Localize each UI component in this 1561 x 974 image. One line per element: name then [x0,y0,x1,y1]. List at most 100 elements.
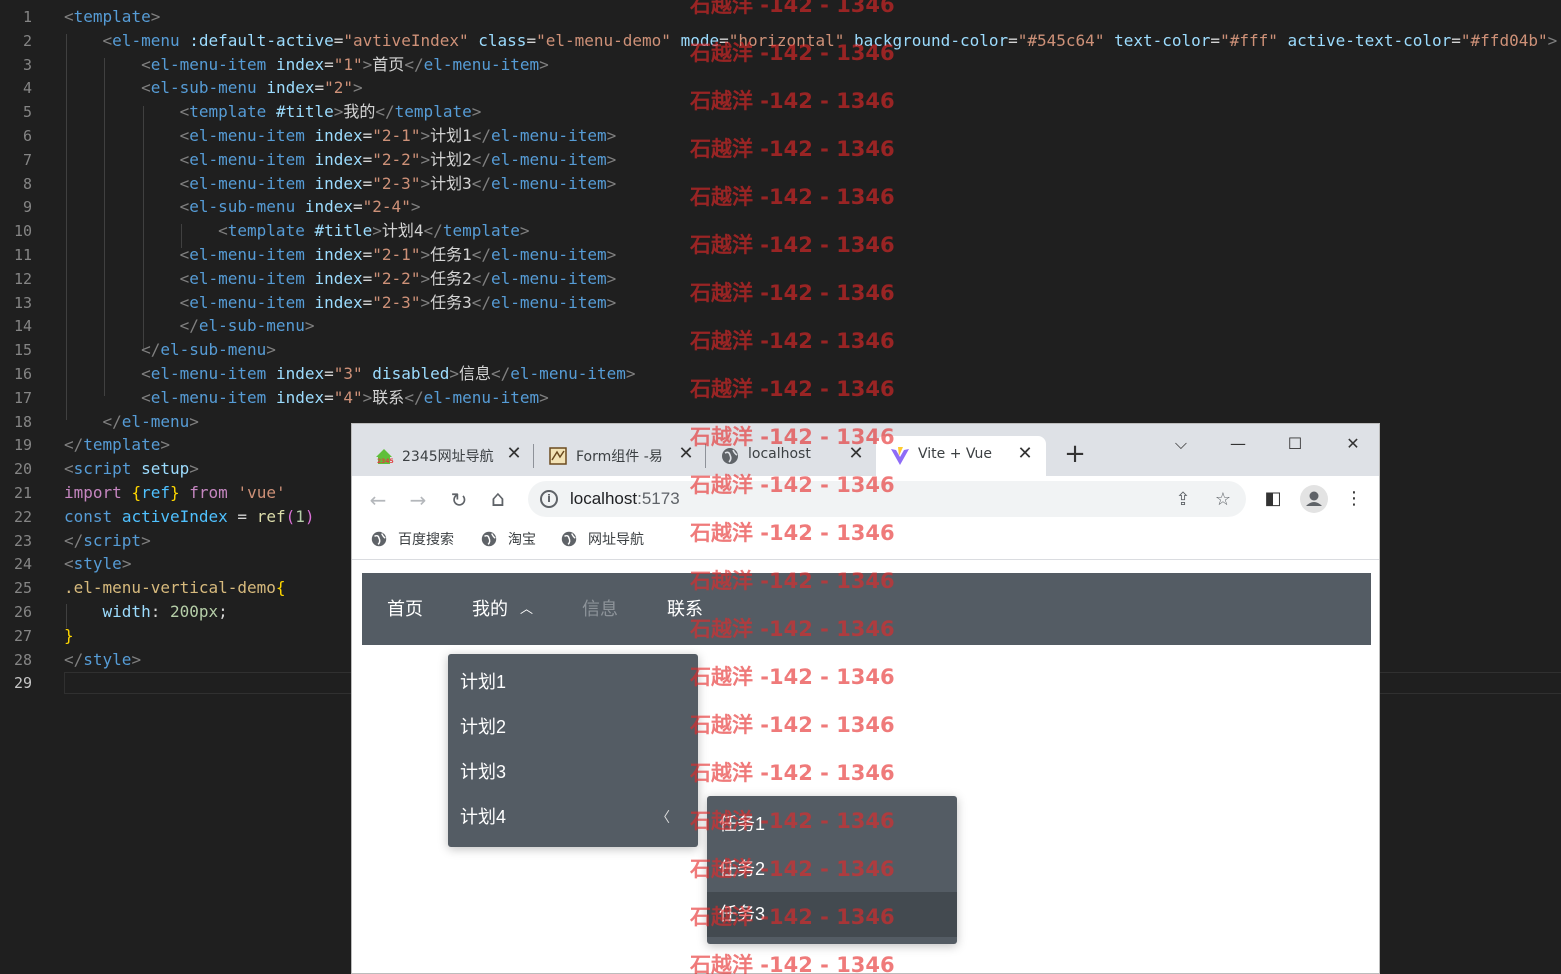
code-text: <el-sub-menu index="2"> [141,78,363,98]
code-line[interactable]: 7 <el-menu-item index="2-2">计划2</el-menu… [0,148,1561,172]
submenu-item-plan1[interactable]: 计划1 [448,660,698,705]
minimize-button[interactable]: — [1224,432,1252,456]
line-number: 14 [13,317,32,336]
line-number: 1 [22,8,32,26]
code-text: <el-menu-item index="2-3">任务3</el-menu-i… [179,292,617,312]
line-number: 18 [13,412,32,431]
nested-item-label: 任务3 [719,904,766,924]
bookmarks-bar: 百度搜索 淘宝 网址导航 [352,522,1379,560]
code-line[interactable]: 3 <el-menu-item index="1">首页</el-menu-it… [0,53,1561,77]
home-button[interactable]: ⌂ [486,488,510,512]
code-line[interactable]: 10 <template #title>计划4</template> [0,219,1561,243]
submenu-item-plan3[interactable]: 计划3 [448,750,698,795]
code-line[interactable]: 15 </el-sub-menu> [0,338,1561,362]
maximize-button[interactable]: ☐ [1281,432,1309,456]
code-line[interactable]: 16 <el-menu-item index="3" disabled>信息</… [0,362,1561,386]
code-line[interactable]: 9 <el-sub-menu index="2-4"> [0,195,1561,219]
bookmark-item[interactable]: 网址导航 [560,530,644,550]
tab-title: Form组件 -易 [576,449,663,465]
line-number: 16 [13,365,32,383]
line-number: 12 [13,269,32,288]
line-number: 26 [13,603,32,621]
nested-item-task3[interactable]: 任务3 [707,892,957,937]
share-icon[interactable]: ⇪ [1172,489,1194,511]
submenu-item-plan4[interactable]: 计划4 〈 [448,795,698,840]
nested-item-label: 任务2 [719,859,766,879]
site-info-icon[interactable]: i [540,490,558,508]
browser-window[interactable]: 2345 2345网址导航 ✕ Form组件 -易 ✕ localhost ✕ [351,423,1380,974]
code-text: <el-menu-item index="2-2">计划2</el-menu-i… [179,149,617,169]
code-line[interactable]: 11 <el-menu-item index="2-1">任务1</el-men… [0,243,1561,267]
code-text: <el-menu-item index="3" disabled>信息</el-… [141,364,636,383]
code-text: <template #title>我的</template> [179,102,482,122]
code-text: </style> [64,649,142,669]
address-bar[interactable]: i localhost:5173 ⇪ ☆ [528,481,1246,517]
nested-item-task2[interactable]: 任务2 [707,847,957,892]
line-number: 28 [13,650,32,669]
tab-form[interactable]: Form组件 -易 ✕ [534,436,704,476]
line-number: 21 [13,484,32,502]
profile-avatar[interactable] [1300,485,1328,513]
line-number: 22 [13,507,32,526]
code-text: <el-menu-item index="2-1">任务1</el-menu-i… [179,245,617,264]
code-line[interactable]: 6 <el-menu-item index="2-1">计划1</el-menu… [0,124,1561,148]
close-window-button[interactable]: ✕ [1339,432,1367,456]
reload-button[interactable]: ↻ [447,488,471,512]
url-port: :5173 [637,489,680,508]
globe-icon [722,448,738,464]
code-line[interactable]: 1 <template> [0,5,1561,29]
horizontal-menu: 首页 我的 ︿ 信息 联系 [362,573,1371,645]
line-number: 17 [13,388,32,407]
code-line[interactable]: 12 <el-menu-item index="2-2">任务2</el-men… [0,267,1561,291]
tab-title: 2345网址导航 [402,449,494,465]
tab-close-icon[interactable]: ✕ [504,444,524,464]
code-text: <el-menu :default-active="avtiveIndex" c… [102,30,1558,50]
line-number: 15 [13,341,32,360]
globe-icon [371,531,387,547]
menu-item-home[interactable]: 首页 [387,573,423,645]
code-line[interactable]: 2 <el-menu :default-active="avtiveIndex"… [0,29,1561,53]
code-line[interactable]: 8 <el-menu-item index="2-3">计划3</el-menu… [0,172,1561,196]
code-line[interactable]: 5 <template #title>我的</template> [0,100,1561,124]
chevron-left-icon: 〈 [656,809,670,825]
line-number: 29 [13,674,32,693]
line-number: 11 [13,246,32,264]
code-line[interactable]: 17 <el-menu-item index="4">联系</el-menu-i… [0,386,1561,410]
line-number: 7 [22,150,32,169]
line-number: 25 [13,579,32,598]
bookmark-item[interactable]: 百度搜索 [370,530,454,550]
forward-button[interactable]: → [406,488,430,512]
submenu-item-plan2[interactable]: 计划2 [448,705,698,750]
tab-localhost[interactable]: localhost ✕ [706,436,876,476]
back-button[interactable]: ← [366,488,390,512]
code-text: <el-menu-item index="2-3">计划3</el-menu-i… [179,173,617,193]
code-line[interactable]: 13 <el-menu-item index="2-3">任务3</el-men… [0,291,1561,315]
tab-vite-vue[interactable]: Vite + Vue ✕ [876,436,1046,476]
line-number: 5 [22,103,32,122]
line-number: 10 [13,222,32,241]
tab-close-icon[interactable]: ✕ [1015,444,1035,464]
tab-search-icon[interactable]: ⌵ [1167,432,1195,456]
submenu-item-label: 计划3 [460,762,507,782]
menu-item-label: 联系 [667,599,703,619]
menu-item-contact[interactable]: 联系 [667,573,703,645]
new-tab-button[interactable]: + [1061,440,1089,468]
line-number: 6 [22,127,32,145]
nested-item-task1[interactable]: 任务1 [707,802,957,847]
browser-menu-icon[interactable]: ⋮ [1343,488,1365,510]
house-icon: 2345 [376,449,394,465]
code-text: <el-menu-item index="2-2">任务2</el-menu-i… [179,268,617,288]
code-line[interactable]: 14 </el-sub-menu> [0,314,1561,338]
submenu-mine[interactable]: 我的 ︿ [472,573,533,645]
code-text: import {ref} from 'vue' [64,483,286,502]
url-text[interactable]: localhost:5173 [570,489,680,509]
line-number: 13 [13,293,32,312]
line-number: 20 [13,460,32,479]
bookmark-item[interactable]: 淘宝 [480,530,536,550]
tab-close-icon[interactable]: ✕ [676,444,696,464]
code-line[interactable]: 4 <el-sub-menu index="2"> [0,76,1561,100]
bookmark-star-icon[interactable]: ☆ [1212,489,1234,511]
side-panel-icon[interactable]: ◧ [1262,488,1284,510]
tab-close-icon[interactable]: ✕ [846,444,866,464]
tab-2345[interactable]: 2345 2345网址导航 ✕ [360,436,532,476]
